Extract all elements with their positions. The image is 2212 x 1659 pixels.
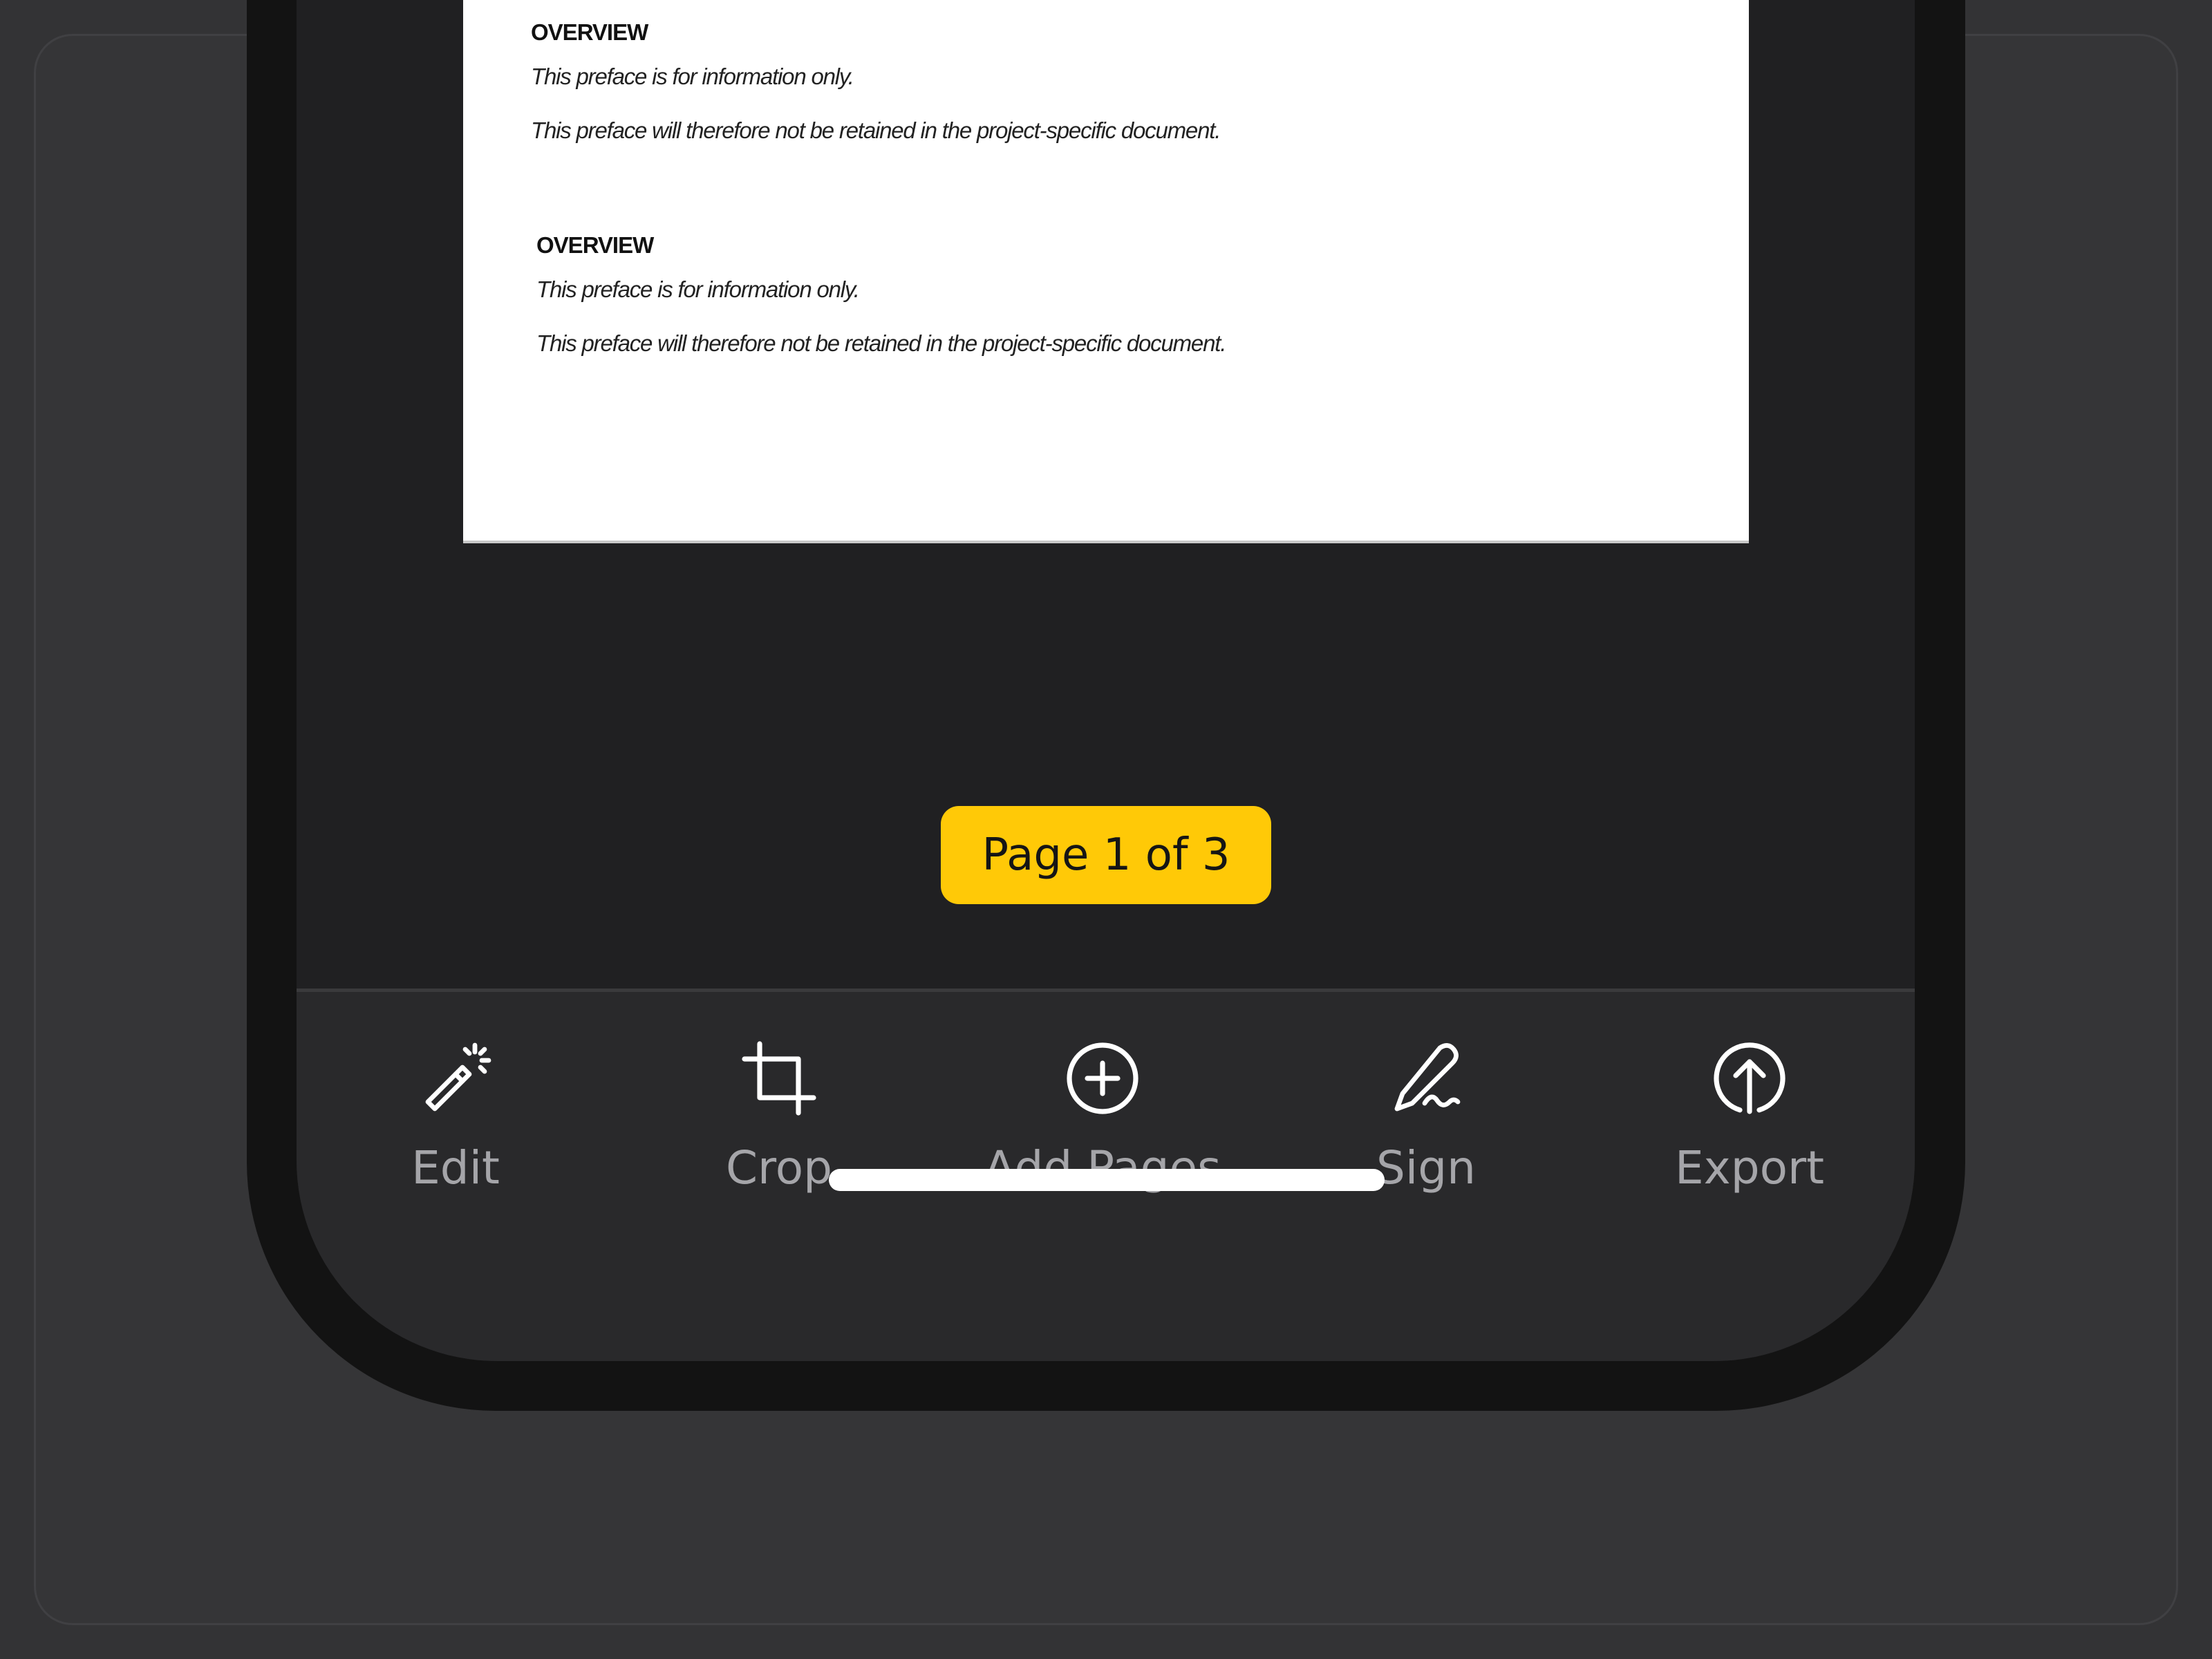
paragraph-line: This preface will therefore not be retai… bbox=[536, 330, 1226, 356]
export-button[interactable]: Export bbox=[1591, 992, 1909, 1227]
upload-arrow-icon bbox=[1708, 1037, 1791, 1120]
sign-button[interactable]: Sign bbox=[1267, 992, 1585, 1227]
edit-label: Edit bbox=[411, 1141, 500, 1194]
paragraph-line: This preface is for information only. bbox=[531, 64, 854, 89]
export-label: Export bbox=[1674, 1141, 1825, 1194]
paragraph-line: This preface is for information only. bbox=[536, 276, 860, 302]
document-page-preview[interactable]: OVERVIEW This preface is for information… bbox=[463, 0, 1749, 543]
magic-wand-icon bbox=[414, 1037, 497, 1120]
section-heading: OVERVIEW bbox=[536, 232, 654, 258]
section-heading: OVERVIEW bbox=[531, 19, 648, 45]
crop-icon bbox=[738, 1037, 821, 1120]
home-indicator[interactable] bbox=[829, 1169, 1385, 1191]
crop-button[interactable]: Crop bbox=[620, 992, 938, 1227]
edit-button[interactable]: Edit bbox=[297, 992, 615, 1227]
phone-screen: OVERVIEW This preface is for information… bbox=[297, 0, 1915, 1361]
signature-pen-icon bbox=[1385, 1037, 1468, 1120]
document-section: OVERVIEW This preface is for information… bbox=[536, 228, 1226, 371]
plus-circle-icon bbox=[1061, 1037, 1144, 1120]
add-pages-button[interactable]: Add Pages bbox=[944, 992, 1262, 1227]
paragraph-line: This preface will therefore not be retai… bbox=[531, 118, 1221, 143]
page-indicator-badge: Page 1 of 3 bbox=[941, 806, 1271, 904]
document-section: OVERVIEW This preface is for information… bbox=[531, 15, 1221, 158]
